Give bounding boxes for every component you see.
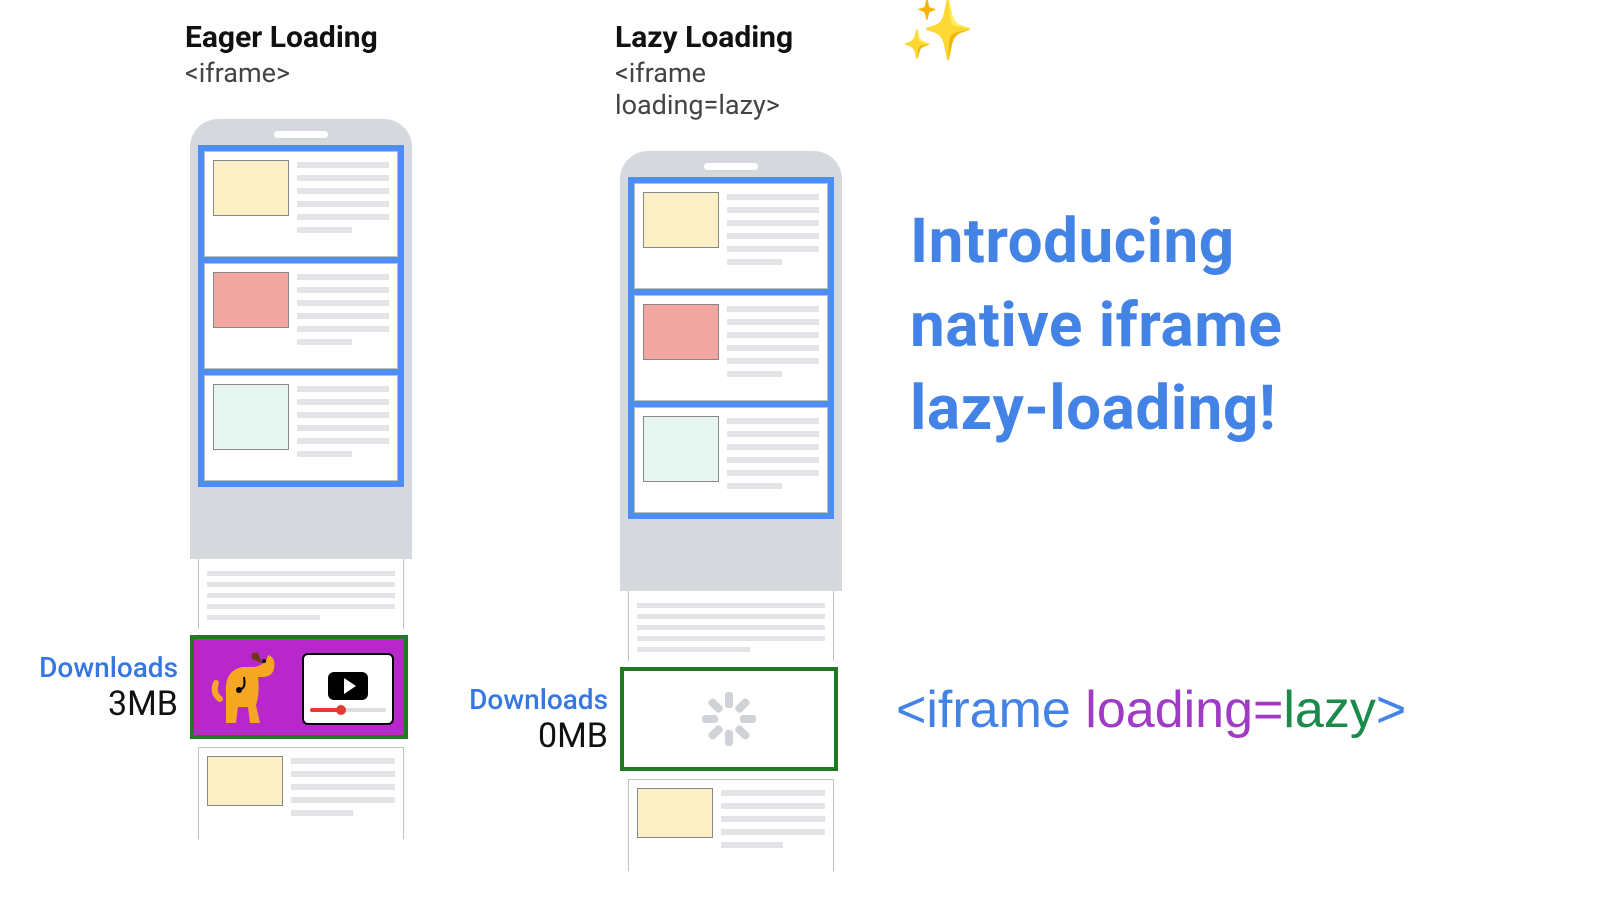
code-tag-open: <iframe [896, 681, 1085, 739]
phone-lazy [620, 151, 842, 591]
lazy-title: Lazy Loading [615, 20, 860, 55]
headline: Introducing native iframe lazy-loading! [910, 200, 1282, 451]
eager-title: Eager Loading [185, 20, 378, 55]
content-card [634, 183, 828, 289]
eager-subtitle: <iframe> [185, 57, 378, 89]
text-lines [297, 272, 389, 360]
thumb-icon [643, 304, 719, 360]
iframe-lazy-icon [620, 667, 838, 771]
content-card [198, 559, 404, 629]
overflow-card [190, 559, 412, 629]
text-lines [727, 192, 819, 280]
headline-line: lazy-loading! [910, 367, 1282, 451]
text-lines [291, 756, 395, 831]
headline-line: Introducing [910, 200, 1282, 284]
dog-icon [206, 643, 284, 729]
after-card [620, 779, 842, 871]
overflow-card [620, 591, 842, 661]
phone-speaker-icon [704, 163, 758, 170]
text-lines [297, 160, 389, 248]
text-lines [727, 304, 819, 392]
content-card [204, 263, 398, 369]
thumb-icon [637, 788, 713, 838]
phone-speaker-icon [274, 131, 328, 138]
phone-screen [198, 145, 404, 487]
downloads-label-block: Downloads 0MB [430, 683, 620, 756]
diagram-root: ✨ Eager Loading <iframe> [0, 0, 1600, 919]
content-card [628, 591, 834, 661]
column-lazy: Lazy Loading <iframe loading=lazy> [430, 20, 860, 871]
code-snippet: <iframe loading=lazy> [896, 680, 1406, 740]
text-lines [297, 384, 389, 472]
downloads-label: Downloads [430, 683, 608, 716]
downloads-value: 3MB [0, 684, 178, 724]
after-card [190, 747, 412, 839]
text-lines [207, 567, 395, 621]
thumb-icon [213, 160, 289, 216]
thumb-icon [643, 416, 719, 482]
headline-line: native iframe [910, 284, 1282, 368]
content-card [628, 779, 834, 871]
lazy-subtitle: <iframe loading=lazy> [615, 57, 860, 121]
text-lines [727, 416, 819, 504]
text-lines [721, 788, 825, 863]
text-lines [637, 599, 825, 653]
content-card [198, 747, 404, 839]
content-card [634, 407, 828, 513]
progress-bar-icon [310, 708, 386, 712]
iframe-row: Downloads 3MB [0, 633, 430, 741]
thumb-icon [207, 756, 283, 806]
lazy-heading: Lazy Loading <iframe loading=lazy> [615, 20, 860, 121]
content-card [204, 375, 398, 481]
iframe-loaded-icon [190, 635, 408, 739]
thumb-icon [213, 272, 289, 328]
phone-eager [190, 119, 412, 559]
content-card [634, 295, 828, 401]
spinner-icon [702, 692, 756, 746]
eager-heading: Eager Loading <iframe> [185, 20, 378, 89]
comparison-columns: Eager Loading <iframe> [0, 20, 1600, 871]
thumb-icon [643, 192, 719, 248]
iframe-row: Downloads 0MB [430, 665, 860, 773]
sparkles-icon: ✨ [900, 0, 975, 60]
thumb-icon [213, 384, 289, 450]
play-icon [328, 672, 368, 700]
code-attr: loading= [1085, 681, 1283, 739]
code-tag-close: > [1376, 681, 1406, 739]
column-eager: Eager Loading <iframe> [0, 20, 430, 871]
code-val: lazy [1283, 681, 1375, 739]
content-card [204, 151, 398, 257]
phone-screen [628, 177, 834, 519]
downloads-label: Downloads [0, 651, 178, 684]
downloads-value: 0MB [430, 716, 608, 756]
downloads-label-block: Downloads 3MB [0, 651, 190, 724]
video-player-icon [302, 653, 394, 725]
